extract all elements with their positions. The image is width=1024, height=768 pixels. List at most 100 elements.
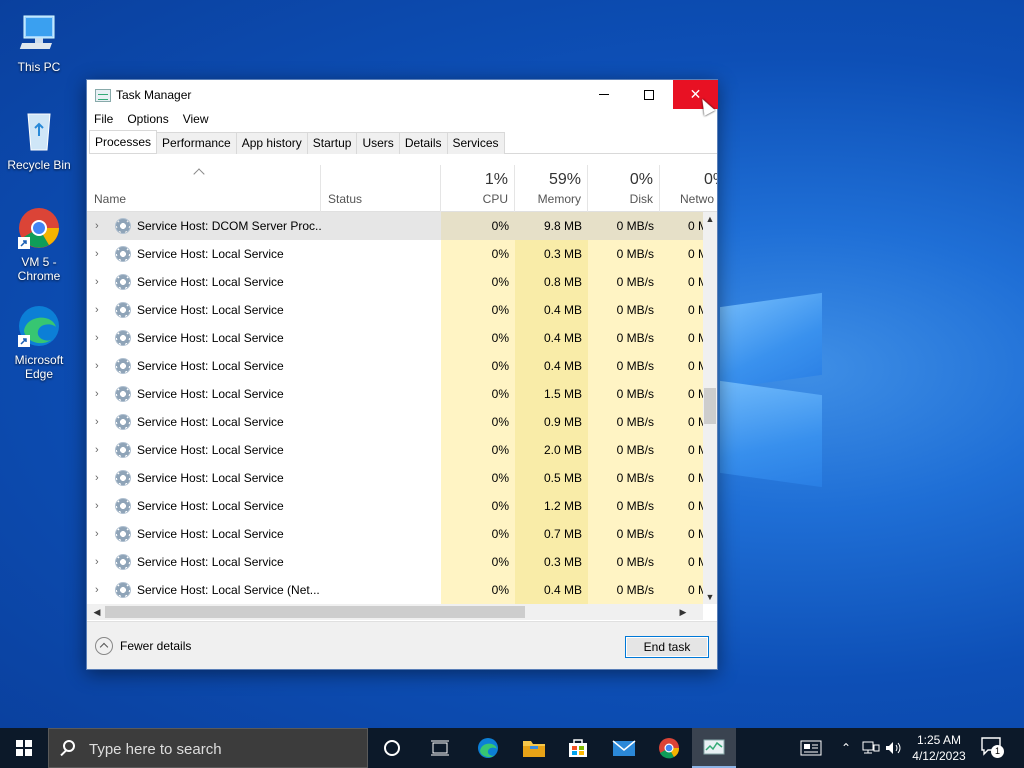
table-row[interactable]: › Service Host: Local Service 0% 0.7 MB 0 MB…	[87, 520, 703, 548]
process-cpu: 0%	[441, 380, 515, 408]
gear-icon	[115, 526, 131, 542]
tab-performance[interactable]: Performance	[156, 132, 237, 154]
table-row[interactable]: › Service Host: Local Service 0% 0.4 MB 0 MB…	[87, 324, 703, 352]
table-row[interactable]: › Service Host: Local Service (Net... 0% 0.…	[87, 576, 703, 604]
taskbar-file-explorer[interactable]	[512, 728, 556, 768]
taskbar-task-manager[interactable]	[692, 728, 736, 768]
minimize-button[interactable]	[581, 80, 626, 109]
search-placeholder: Type here to search	[89, 741, 222, 758]
expand-chevron-icon[interactable]: ›	[95, 380, 105, 408]
desktop-icon-edge[interactable]: Microsoft Edge	[4, 303, 74, 381]
expand-chevron-icon[interactable]: ›	[95, 436, 105, 464]
column-header-cpu[interactable]: 1% CPU	[441, 165, 515, 212]
scroll-thumb[interactable]	[704, 388, 716, 424]
tab-startup[interactable]: Startup	[306, 132, 358, 154]
taskbar-clock[interactable]: 1:25 AM 4/12/2023	[908, 732, 970, 764]
desktop-icon-recycle-bin[interactable]: Recycle Bin	[4, 108, 74, 172]
tab-details[interactable]: Details	[398, 132, 448, 154]
process-disk: 0 MB/s	[588, 324, 660, 352]
vertical-scrollbar[interactable]: ▲ ▼	[703, 212, 717, 604]
scroll-right-icon[interactable]: ▶	[675, 604, 691, 620]
title-bar[interactable]: Task Manager ✕	[87, 80, 718, 110]
table-row[interactable]: › Service Host: Local Service 0% 1.2 MB 0 MB…	[87, 492, 703, 520]
scroll-left-icon[interactable]: ◀	[89, 604, 105, 620]
tray-news-button[interactable]	[796, 728, 826, 768]
expand-chevron-icon[interactable]: ›	[95, 464, 105, 492]
show-hidden-icons-button[interactable]: ⌃	[838, 728, 854, 768]
column-header-memory[interactable]: 59% Memory	[515, 165, 588, 212]
memory-total: 59%	[548, 171, 581, 188]
expand-chevron-icon[interactable]: ›	[95, 324, 105, 352]
chevron-up-circle-icon[interactable]	[95, 637, 113, 655]
table-row[interactable]: › Service Host: Local Service 0% 0.5 MB 0 MB…	[87, 464, 703, 492]
horizontal-scrollbar[interactable]: ◀ ▶	[87, 604, 703, 620]
menu-options[interactable]: Options	[120, 110, 175, 128]
gear-icon	[115, 554, 131, 570]
scroll-up-icon[interactable]: ▲	[703, 212, 717, 226]
taskbar-store[interactable]	[556, 728, 600, 768]
scroll-thumb[interactable]	[105, 606, 525, 618]
table-row[interactable]: › Service Host: Local Service 0% 0.3 MB 0 MB…	[87, 240, 703, 268]
wallpaper-logo-top	[720, 292, 822, 390]
edge-icon	[478, 738, 498, 758]
menu-view[interactable]: View	[176, 110, 216, 128]
taskbar-edge[interactable]	[466, 728, 510, 768]
tab-users[interactable]: Users	[356, 132, 400, 154]
expand-chevron-icon[interactable]: ›	[95, 492, 105, 520]
table-row[interactable]: › Service Host: Local Service 0% 0.4 MB 0 MB…	[87, 352, 703, 380]
process-memory: 0.5 MB	[515, 464, 588, 492]
table-row[interactable]: › Service Host: Local Service 0% 0.4 MB 0 MB…	[87, 296, 703, 324]
fewer-details-link[interactable]: Fewer details	[120, 639, 191, 653]
windows-logo-icon	[16, 740, 32, 756]
tray-network[interactable]	[860, 728, 882, 768]
action-center-button[interactable]: 1	[980, 736, 1006, 760]
tab-app-history[interactable]: App history	[235, 132, 308, 154]
column-header-name[interactable]: Name	[87, 165, 321, 212]
tab-processes[interactable]: Processes	[89, 130, 158, 153]
process-cpu: 0%	[441, 548, 515, 576]
desktop-icon-this-pc[interactable]: This PC	[4, 10, 74, 74]
column-header-status[interactable]: Status	[321, 165, 441, 212]
table-row[interactable]: › Service Host: Local Service 0% 0.3 MB 0 MB…	[87, 548, 703, 576]
expand-chevron-icon[interactable]: ›	[95, 576, 105, 604]
process-name: Service Host: Local Service	[137, 387, 284, 401]
expand-chevron-icon[interactable]: ›	[95, 520, 105, 548]
process-cpu: 0%	[441, 576, 515, 604]
taskbar-mail[interactable]	[602, 728, 646, 768]
column-header-network[interactable]: 0% Netwo	[660, 165, 717, 212]
minimize-icon	[598, 94, 609, 95]
maximize-button[interactable]	[626, 80, 671, 109]
table-row[interactable]: › Service Host: Local Service 0% 1.5 MB 0 MB…	[87, 380, 703, 408]
table-row[interactable]: › Service Host: Local Service 0% 2.0 MB 0 MB…	[87, 436, 703, 464]
process-disk: 0 MB/s	[588, 436, 660, 464]
expand-chevron-icon[interactable]: ›	[95, 240, 105, 268]
expand-chevron-icon[interactable]: ›	[95, 408, 105, 436]
process-network: 0 M	[660, 408, 703, 436]
process-cpu: 0%	[441, 296, 515, 324]
process-list: › Service Host: DCOM Server Proc... 0% 9.8 …	[87, 212, 703, 604]
expand-chevron-icon[interactable]: ›	[95, 548, 105, 576]
scroll-down-icon[interactable]: ▼	[703, 590, 717, 604]
expand-chevron-icon[interactable]: ›	[95, 296, 105, 324]
process-disk: 0 MB/s	[588, 520, 660, 548]
desktop-icon-vm5-chrome[interactable]: VM 5 - Chrome	[4, 205, 74, 283]
taskbar-chrome[interactable]	[647, 728, 691, 768]
process-cpu: 0%	[441, 324, 515, 352]
column-header-disk[interactable]: 0% Disk	[588, 165, 660, 212]
table-row[interactable]: › Service Host: DCOM Server Proc... 0% 9.8 …	[87, 212, 703, 240]
expand-chevron-icon[interactable]: ›	[95, 352, 105, 380]
process-memory: 0.8 MB	[515, 268, 588, 296]
expand-chevron-icon[interactable]: ›	[95, 268, 105, 296]
tray-volume[interactable]	[884, 728, 904, 768]
end-task-button[interactable]: End task	[625, 636, 709, 658]
task-view-button[interactable]	[418, 728, 462, 768]
menu-file[interactable]: File	[87, 110, 120, 128]
start-button[interactable]	[0, 728, 48, 768]
tab-strip: Processes Performance App history Startu…	[89, 130, 717, 154]
taskbar-search-box[interactable]: Type here to search	[48, 728, 368, 768]
table-row[interactable]: › Service Host: Local Service 0% 0.8 MB 0 MB…	[87, 268, 703, 296]
tab-services[interactable]: Services	[446, 132, 505, 154]
cortana-button[interactable]	[370, 728, 414, 768]
expand-chevron-icon[interactable]: ›	[95, 212, 105, 240]
table-row[interactable]: › Service Host: Local Service 0% 0.9 MB 0 MB…	[87, 408, 703, 436]
